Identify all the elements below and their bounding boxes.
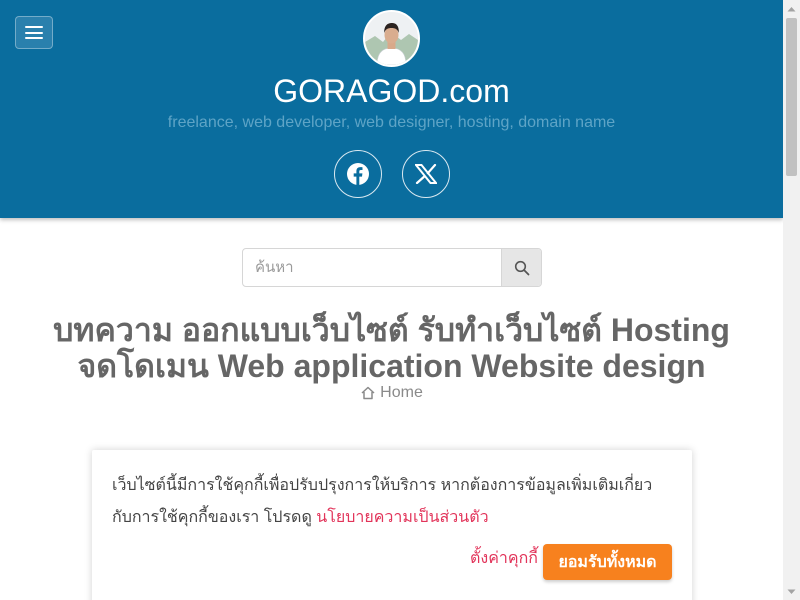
breadcrumb-home-link[interactable]: Home xyxy=(380,384,423,402)
page-heading: บทความ ออกแบบเว็บไซต์ รับทำเว็บไซต์ Host… xyxy=(53,312,730,384)
accept-all-button[interactable]: ยอมรับทั้งหมด xyxy=(543,544,672,580)
search-box xyxy=(242,248,542,287)
page-scrollbar[interactable] xyxy=(783,0,800,600)
site-tagline: freelance, web developer, web designer, … xyxy=(167,114,616,131)
x-icon xyxy=(415,164,437,184)
hamburger-icon xyxy=(25,26,43,39)
search-icon xyxy=(514,260,529,275)
x-button[interactable] xyxy=(402,150,450,198)
avatar-photo xyxy=(365,12,418,65)
scroll-down-arrow-icon[interactable] xyxy=(783,583,800,600)
site-title[interactable]: GORAGOD.com xyxy=(0,70,783,112)
search-button[interactable] xyxy=(501,249,541,286)
cookie-message: เว็บไซต์นี้มีการใช้คุกกี้เพื่อปรับปรุงกา… xyxy=(112,470,672,534)
facebook-icon xyxy=(347,163,369,185)
search-input[interactable] xyxy=(243,249,502,286)
breadcrumb: Home xyxy=(0,384,783,402)
facebook-button[interactable] xyxy=(334,150,382,198)
page: GORAGOD.com freelance, web developer, we… xyxy=(0,0,783,600)
menu-button[interactable] xyxy=(15,16,53,49)
cookie-settings-link[interactable]: ตั้งค่าคุกกี้ xyxy=(470,546,538,571)
scroll-up-arrow-icon[interactable] xyxy=(783,0,800,17)
avatar[interactable] xyxy=(363,10,420,67)
home-icon xyxy=(361,386,375,400)
cookie-consent-banner: เว็บไซต์นี้มีการใช้คุกกี้เพื่อปรับปรุงกา… xyxy=(92,450,692,600)
site-header: GORAGOD.com freelance, web developer, we… xyxy=(0,0,783,218)
scrollbar-thumb[interactable] xyxy=(786,18,797,176)
privacy-policy-link[interactable]: นโยบายความเป็นส่วนตัว xyxy=(316,509,488,526)
